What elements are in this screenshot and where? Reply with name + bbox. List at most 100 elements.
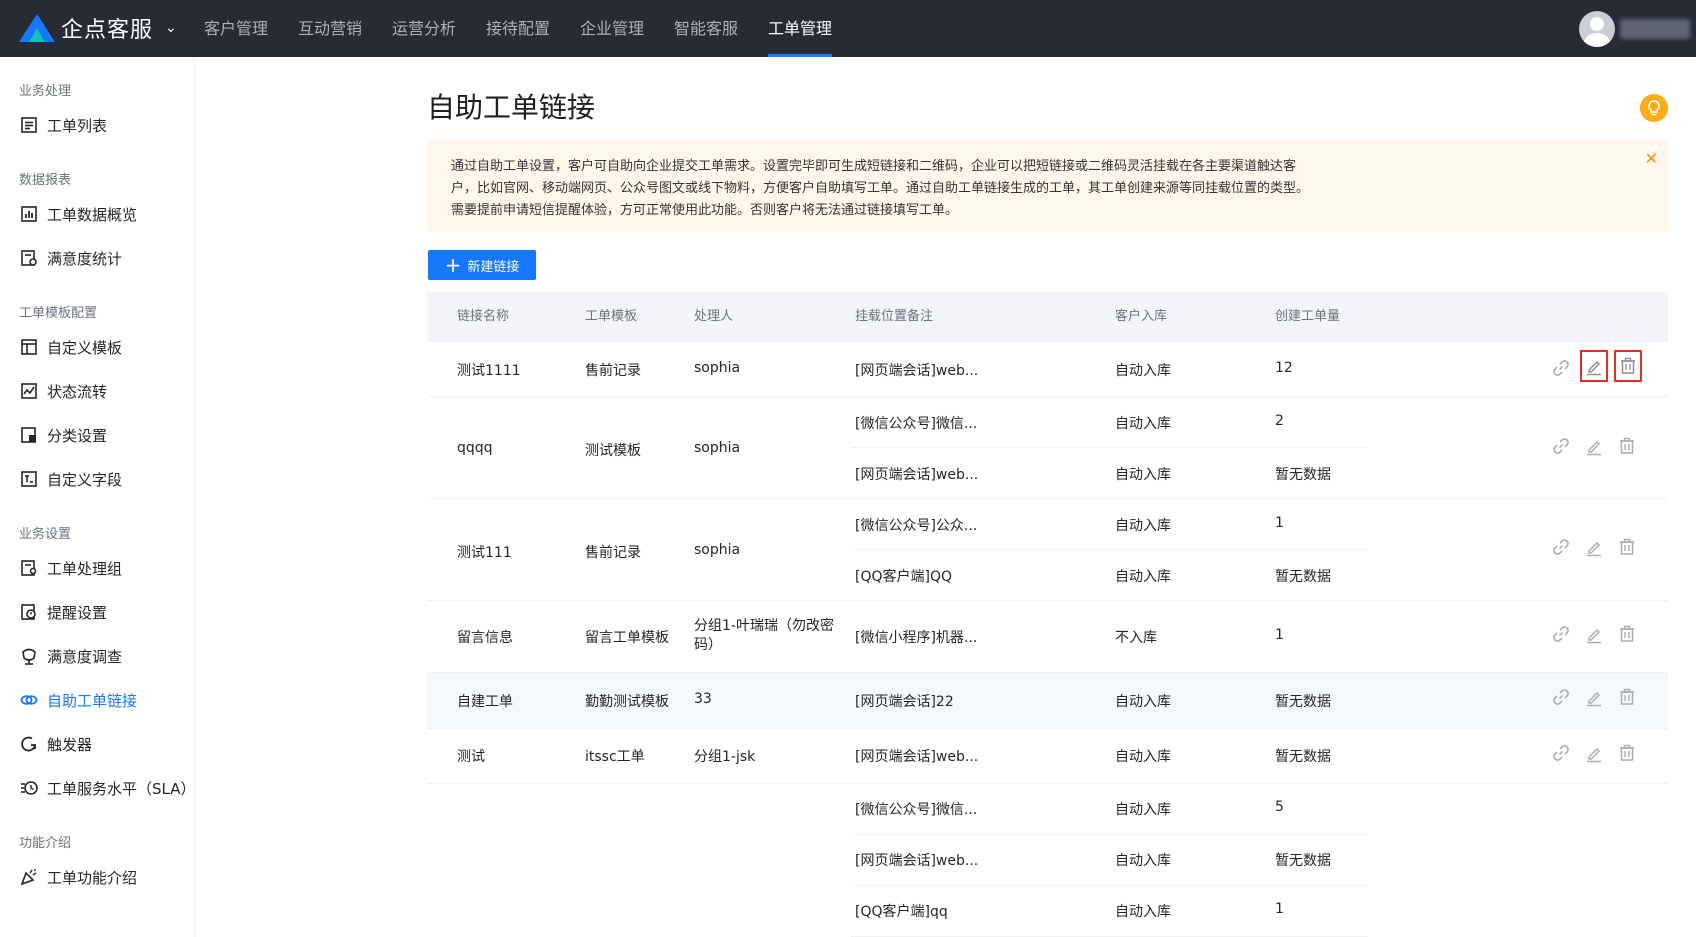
cell-storage: 自动入库 — [1115, 518, 1171, 534]
cell-mount-note: [QQ客户端]QQ — [855, 569, 953, 585]
sidebar-item-status-flow[interactable]: 状态流转 — [19, 378, 107, 404]
link-icon — [1553, 438, 1569, 454]
sidebar-item-category[interactable]: 分类设置 — [19, 422, 107, 448]
page-title: 自助工单链接 — [427, 91, 596, 124]
sidebar-item-custom-template[interactable]: 自定义模板 — [19, 334, 122, 360]
sidebar-item-satisfaction-stats[interactable]: 满意度统计 — [19, 245, 122, 271]
cell-template: 售前记录 — [585, 545, 641, 561]
cell-name: 测试 — [457, 749, 485, 765]
edit-icon — [1586, 748, 1602, 763]
cell-mount-note: [网页端会话]22 — [855, 694, 954, 710]
avatar[interactable] — [1579, 11, 1615, 47]
sidebar-item-ticket-list[interactable]: 工单列表 — [19, 112, 107, 138]
copy-link-button[interactable] — [1549, 356, 1573, 380]
reminder-icon — [21, 604, 36, 620]
sidebar-item-label: 提醒设置 — [47, 603, 108, 622]
sidebar-group-title: 工单模板配置 — [19, 306, 98, 321]
nav-item-reception[interactable]: 接待配置 — [486, 0, 550, 57]
copy-link-button[interactable] — [1549, 535, 1573, 559]
column-header-template: 工单模板 — [585, 309, 638, 324]
nav-item-ticket[interactable]: 工单管理 — [768, 0, 833, 57]
cell-storage: 自动入库 — [1115, 363, 1171, 379]
link-icon — [1553, 360, 1569, 376]
copy-link-button[interactable] — [1549, 685, 1573, 709]
sidebar-item-label: 工单处理组 — [47, 559, 123, 578]
cell-handler: sophia — [694, 542, 741, 558]
survey-icon — [22, 648, 36, 665]
cell-handler: 分组1-jsk — [694, 749, 756, 765]
delete-button[interactable] — [1615, 535, 1639, 559]
flow-icon — [21, 383, 37, 399]
delete-button[interactable] — [1615, 741, 1639, 765]
cell-storage: 自动入库 — [1115, 749, 1171, 765]
brand-switcher[interactable]: 企点客服 ⌄ — [17, 12, 177, 44]
trash-icon — [1619, 688, 1635, 705]
field-icon — [21, 471, 37, 487]
template-icon — [21, 339, 37, 355]
link-icon — [1553, 539, 1569, 555]
edit-icon — [1586, 542, 1602, 557]
lightbulb-icon[interactable] — [1640, 94, 1668, 122]
cell-template: 勤勤测试模板 — [585, 694, 669, 710]
delete-button[interactable] — [1614, 350, 1642, 382]
edit-button[interactable] — [1580, 350, 1608, 382]
cell-template: itssc工单 — [585, 749, 645, 765]
cell-handler: sophia — [694, 440, 741, 456]
cell-count: 暂无数据 — [1275, 853, 1331, 869]
nav-item-marketing[interactable]: 互动营销 — [298, 0, 362, 57]
edit-button[interactable] — [1582, 685, 1606, 709]
nav-item-smart-service[interactable]: 智能客服 — [674, 0, 738, 57]
cell-template: 测试模板 — [585, 443, 641, 459]
cell-mount-note: [QQ客户端]qq — [855, 904, 948, 920]
cell-name: 自建工单 — [457, 694, 513, 710]
delete-button[interactable] — [1615, 685, 1639, 709]
sidebar-item-feature-intro[interactable]: 工单功能介绍 — [19, 864, 137, 890]
edit-button[interactable] — [1582, 622, 1606, 646]
sidebar-item-label: 自助工单链接 — [47, 691, 138, 710]
link-icon — [1553, 689, 1569, 705]
copy-link-button[interactable] — [1549, 434, 1573, 458]
sidebar-group-title: 业务设置 — [19, 527, 72, 542]
trash-icon — [1620, 357, 1636, 374]
notice-line: 户，比如官网、移动端网页、公众号图文或线下物料，方便客户自助填写工单。通过自助工… — [451, 181, 1310, 196]
trash-icon — [1619, 538, 1635, 555]
column-header-handler: 处理人 — [694, 309, 734, 324]
sidebar-item-self-service-link[interactable]: 自助工单链接 — [19, 687, 137, 713]
column-header-count: 创建工单量 — [1275, 309, 1341, 324]
sidebar-item-label: 自定义模板 — [47, 338, 123, 357]
trash-icon — [1619, 744, 1635, 761]
sidebar-item-sla[interactable]: 工单服务水平（SLA） — [19, 775, 196, 801]
chevron-down-icon: ⌄ — [165, 20, 177, 36]
sidebar-item-label: 工单数据概览 — [47, 205, 138, 224]
sidebar-item-custom-field[interactable]: 自定义字段 — [19, 466, 122, 492]
sidebar-item-survey[interactable]: 满意度调查 — [19, 643, 122, 669]
cell-count: 12 — [1275, 360, 1293, 376]
cell-storage: 自动入库 — [1115, 467, 1171, 483]
nav-item-analytics[interactable]: 运营分析 — [392, 0, 456, 57]
nav-item-customer[interactable]: 客户管理 — [204, 0, 268, 57]
cell-storage: 自动入库 — [1115, 569, 1171, 585]
edit-button[interactable] — [1582, 434, 1606, 458]
new-link-button[interactable]: + 新建链接 — [428, 250, 536, 280]
sidebar-item-data-overview[interactable]: 工单数据概览 — [19, 201, 137, 227]
party-icon — [20, 869, 37, 886]
copy-link-button[interactable] — [1549, 741, 1573, 765]
cell-storage: 自动入库 — [1115, 802, 1171, 818]
delete-button[interactable] — [1615, 622, 1639, 646]
delete-button[interactable] — [1615, 434, 1639, 458]
table-header: 链接名称 工单模板 处理人 挂载位置备注 客户入库 创建工单量 — [427, 292, 1668, 342]
edit-button[interactable] — [1582, 741, 1606, 765]
sidebar-item-handling-group[interactable]: 工单处理组 — [19, 555, 122, 581]
nav-item-enterprise[interactable]: 企业管理 — [580, 0, 644, 57]
plus-icon: + — [444, 253, 462, 277]
close-icon[interactable]: ✕ — [1645, 148, 1658, 170]
sidebar-item-reminder[interactable]: 提醒设置 — [19, 599, 107, 625]
cell-mount-note: [微信公众号]微信... — [855, 416, 978, 432]
sidebar-item-trigger[interactable]: 触发器 — [19, 731, 92, 757]
group-icon — [21, 560, 37, 576]
trigger-icon — [21, 736, 36, 752]
sidebar-item-label: 工单功能介绍 — [47, 868, 138, 887]
notice-banner: 通过自助工单设置，客户可自助向企业提交工单需求。设置完毕即可生成短链接和二维码，… — [427, 140, 1668, 232]
edit-button[interactable] — [1582, 535, 1606, 559]
copy-link-button[interactable] — [1549, 622, 1573, 646]
